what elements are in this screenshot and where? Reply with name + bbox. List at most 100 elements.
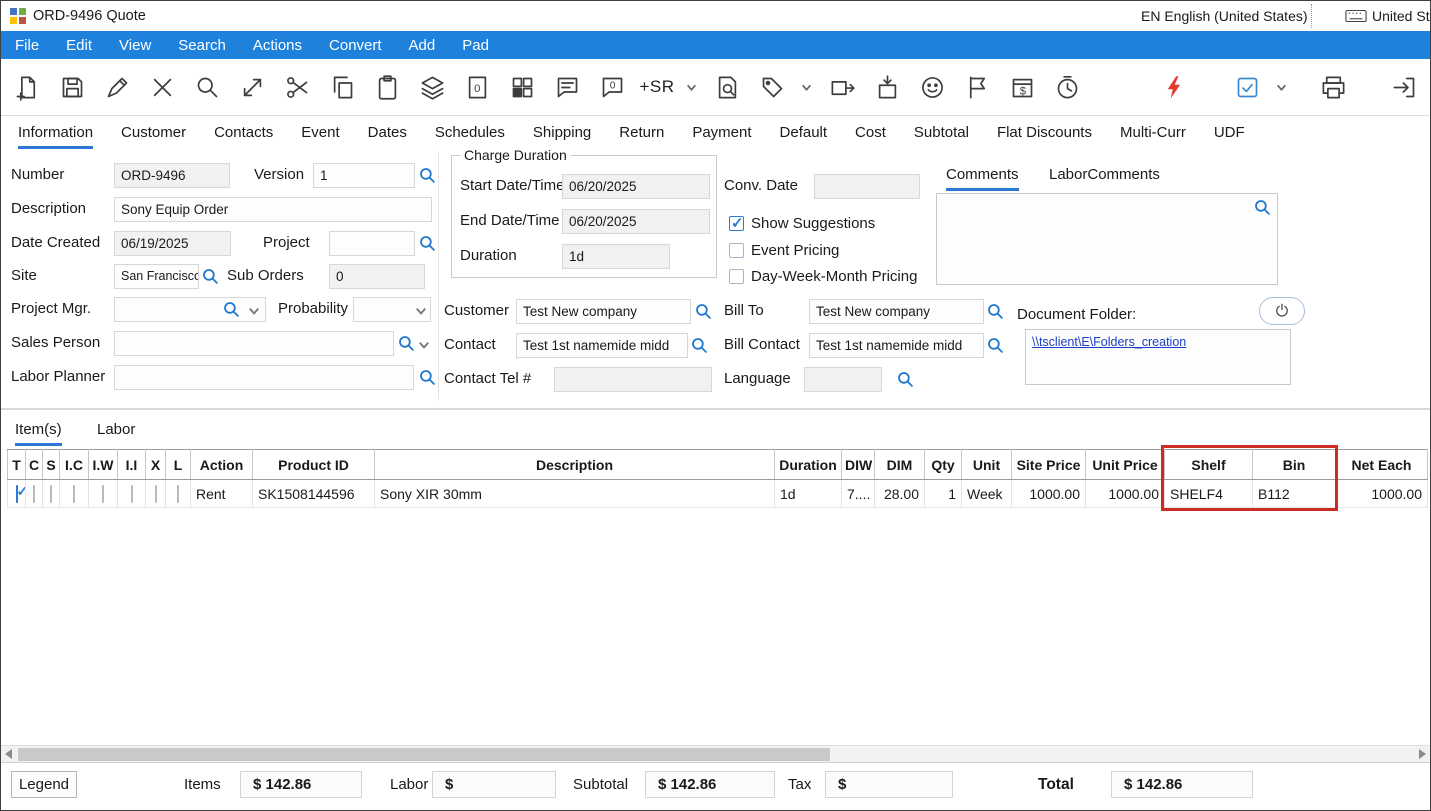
number-field[interactable]: ORD-9496	[114, 163, 230, 188]
menu-pad[interactable]: Pad	[462, 37, 489, 54]
menu-convert[interactable]: Convert	[329, 37, 382, 54]
tab-udf[interactable]: UDF	[1214, 124, 1245, 149]
menu-add[interactable]: Add	[409, 37, 436, 54]
cell-dim[interactable]: 28.00	[875, 480, 925, 508]
cell-unit-price[interactable]: 1000.00	[1086, 480, 1165, 508]
row-checkbox-ic[interactable]	[73, 485, 75, 503]
tab-event[interactable]: Event	[301, 124, 339, 149]
labor-planner-search-icon[interactable]	[419, 369, 436, 386]
tab-default[interactable]: Default	[780, 124, 828, 149]
show-suggestions-option[interactable]: Show Suggestions	[729, 215, 875, 232]
tile-view-icon[interactable]	[506, 71, 538, 103]
tab-flat-discounts[interactable]: Flat Discounts	[997, 124, 1092, 149]
project-mgr-search-icon[interactable]	[223, 301, 240, 318]
price-search-dropdown-icon[interactable]	[801, 82, 813, 93]
transfer-out-icon[interactable]	[826, 71, 858, 103]
tab-labor-comments[interactable]: LaborComments	[1049, 166, 1160, 188]
row-checkbox-t[interactable]	[16, 485, 18, 503]
keyboard-layout-indicator[interactable]: United States-Internatio	[1372, 8, 1431, 24]
document-zero-icon[interactable]: 0	[461, 71, 493, 103]
add-sr-button[interactable]: +SR	[641, 71, 673, 103]
scroll-left-icon[interactable]	[5, 749, 12, 759]
add-sr-dropdown-icon[interactable]	[686, 82, 698, 93]
expand-icon[interactable]	[236, 71, 268, 103]
search-document-icon[interactable]	[711, 71, 743, 103]
tab-schedules[interactable]: Schedules	[435, 124, 505, 149]
cell-action[interactable]: Rent	[191, 480, 253, 508]
tab-return[interactable]: Return	[619, 124, 664, 149]
tab-labor[interactable]: Labor	[97, 421, 135, 443]
customer-search-icon[interactable]	[695, 303, 712, 320]
row-checkbox-x[interactable]	[155, 485, 157, 503]
new-document-icon[interactable]	[11, 71, 43, 103]
show-suggestions-checkbox[interactable]	[729, 216, 744, 231]
language-field[interactable]	[804, 367, 882, 392]
menu-view[interactable]: View	[119, 37, 151, 54]
cell-product-id[interactable]: SK1508144596	[253, 480, 375, 508]
row-checkbox-c[interactable]	[33, 485, 35, 503]
smiley-icon[interactable]	[916, 71, 948, 103]
search-icon[interactable]	[191, 71, 223, 103]
language-indicator[interactable]: EN English (United States)	[1141, 8, 1308, 24]
sales-person-field[interactable]	[114, 331, 394, 356]
scrollbar-thumb[interactable]	[18, 748, 830, 761]
bill-contact-field[interactable]: Test 1st namemide midd	[809, 333, 984, 358]
layers-icon[interactable]	[416, 71, 448, 103]
row-checkbox-ii[interactable]	[131, 485, 133, 503]
row-checkbox-l[interactable]	[177, 485, 179, 503]
cell-qty[interactable]: 1	[925, 480, 962, 508]
sales-person-search-icon[interactable]	[398, 335, 415, 352]
day-week-month-option[interactable]: Day-Week-Month Pricing	[729, 268, 917, 285]
contact-field[interactable]: Test 1st namemide midd	[516, 333, 688, 358]
customer-field[interactable]: Test New company	[516, 299, 691, 324]
tab-shipping[interactable]: Shipping	[533, 124, 591, 149]
day-week-month-checkbox[interactable]	[729, 269, 744, 284]
row-checkbox-s[interactable]	[50, 485, 52, 503]
tab-information[interactable]: Information	[18, 124, 93, 149]
paste-icon[interactable]	[371, 71, 403, 103]
tab-comments[interactable]: Comments	[946, 166, 1019, 191]
cell-diw[interactable]: 7....	[842, 480, 875, 508]
menu-actions[interactable]: Actions	[253, 37, 302, 54]
cut-icon[interactable]	[281, 71, 313, 103]
cell-bin[interactable]: B112	[1253, 480, 1336, 508]
end-date-field[interactable]: 06/20/2025	[562, 209, 710, 234]
contact-tel-field[interactable]	[554, 367, 712, 392]
document-folder-link[interactable]: \\tsclient\E\Folders_creation	[1032, 335, 1186, 349]
flag-icon[interactable]	[961, 71, 993, 103]
edit-icon[interactable]	[101, 71, 133, 103]
scroll-right-icon[interactable]	[1419, 749, 1426, 759]
price-search-icon[interactable]	[756, 71, 788, 103]
tab-cost[interactable]: Cost	[855, 124, 886, 149]
tab-payment[interactable]: Payment	[692, 124, 751, 149]
project-mgr-field[interactable]	[114, 297, 266, 322]
cell-description[interactable]: Sony XIR 30mm	[375, 480, 775, 508]
legend-button[interactable]: Legend	[11, 771, 77, 798]
comment-icon[interactable]	[551, 71, 583, 103]
tab-subtotal[interactable]: Subtotal	[914, 124, 969, 149]
print-icon[interactable]	[1317, 71, 1349, 103]
project-search-icon[interactable]	[419, 235, 436, 252]
menu-search[interactable]: Search	[178, 37, 226, 54]
bill-to-search-icon[interactable]	[987, 303, 1004, 320]
cell-shelf[interactable]: SHELF4	[1165, 480, 1253, 508]
tab-multi-curr[interactable]: Multi-Curr	[1120, 124, 1186, 149]
cell-site-price[interactable]: 1000.00	[1012, 480, 1086, 508]
site-search-icon[interactable]	[202, 268, 219, 285]
tab-contacts[interactable]: Contacts	[214, 124, 273, 149]
comment-zero-icon[interactable]: 0	[596, 71, 628, 103]
calendar-check-icon[interactable]	[1231, 71, 1263, 103]
menu-file[interactable]: File	[15, 37, 39, 54]
project-mgr-dropdown-icon[interactable]	[248, 304, 260, 316]
language-search-icon[interactable]	[897, 371, 914, 388]
bill-to-field[interactable]: Test New company	[809, 299, 984, 324]
exit-icon[interactable]	[1388, 71, 1420, 103]
event-pricing-checkbox[interactable]	[729, 243, 744, 258]
description-field[interactable]: Sony Equip Order	[114, 197, 432, 222]
comments-search-icon[interactable]	[1254, 199, 1271, 216]
tab-items[interactable]: Item(s)	[15, 421, 62, 446]
row-checkbox-iw[interactable]	[102, 485, 104, 503]
probability-dropdown-icon[interactable]	[415, 304, 427, 316]
tab-customer[interactable]: Customer	[121, 124, 186, 149]
horizontal-scrollbar[interactable]	[1, 745, 1430, 762]
